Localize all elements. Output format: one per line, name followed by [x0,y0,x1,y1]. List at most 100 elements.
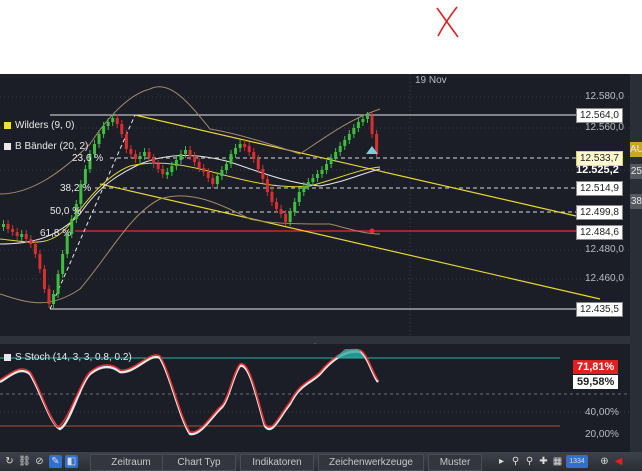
candle-body [2,224,5,227]
color-icon[interactable]: ◧ [65,455,78,468]
right-tab[interactable]: AU [630,142,642,157]
link-icon[interactable]: ⛓ [18,455,31,468]
candle-body [343,140,347,146]
candle-body [179,154,183,160]
stoch-axis-label: 40,00% [585,407,619,418]
candle-body [42,269,46,289]
stochastic-panel[interactable]: S Stoch (14, 3, 3, 0.8, 0.2) 71,81% 59,5… [0,344,630,452]
candle-body [11,229,15,232]
candle-body [133,154,137,159]
grid-icon[interactable]: ▦ [551,455,564,468]
toolbar-zeichenwerkzeuge-button[interactable]: Zeichenwerkzeuge [318,454,424,471]
nav-icon[interactable]: ⊕ [598,455,611,468]
candle-body [224,164,228,170]
stoch-axis-label: 20,00% [585,429,619,440]
candle-body [52,294,56,304]
candle-body [325,164,329,170]
pencil-icon[interactable]: ✎ [49,455,62,468]
candle-body [174,160,178,166]
price-axis-label: 12.480,0 [585,244,624,255]
candle-body [20,234,24,237]
candle-body [361,119,365,122]
candle-body [315,174,319,178]
toolbar-zeitraum-button[interactable]: Zeitraum [90,454,172,471]
arrow-left-icon[interactable]: ◀ [612,455,625,468]
panel-divider-handle[interactable] [0,336,630,347]
candle-body [247,146,251,152]
fib-price-box: 12.499,8 [576,205,623,220]
fib-label-23: 23,6 % [72,153,104,164]
candle-body [156,164,160,169]
candle-body [256,159,260,169]
indicator-color-swatch [4,143,11,150]
candle-body [279,209,283,214]
refresh-icon[interactable]: ↻ [3,455,16,468]
candle-body [143,152,147,156]
red-x-annotation [436,6,459,38]
candle-body [306,182,310,186]
toolbar-muster-button[interactable]: Muster [428,454,482,471]
indicator-label-stochastic[interactable]: S Stoch (14, 3, 3, 0.8, 0.2) [4,352,132,363]
toolbar-indikatoren-button[interactable]: Indikatoren [240,454,314,471]
candle-body [129,149,133,154]
fib-label-50: 50,0 % [50,206,82,217]
plus-icon[interactable]: ✚ [537,455,550,468]
current-price-label: 12.525,2 [576,164,619,176]
candle-body [170,166,174,172]
candle-body [238,144,242,148]
candle-body [220,170,224,176]
candle-body [229,154,233,164]
indicator-label-wilders[interactable]: Wilders (9, 0) [4,120,74,131]
candle-body [329,158,333,164]
fib-price-box: 12.514,9 [576,181,623,196]
candle-body [206,172,210,178]
candle-body [284,214,288,222]
candle-body [243,144,247,147]
indicator-color-swatch [4,354,11,361]
candle-body [184,150,187,154]
candle-body [102,126,106,134]
bar-counter[interactable]: 1334 [566,455,588,468]
zoom-in-icon[interactable]: ⚲ [523,455,536,468]
price-axis-label: 12.580,0 [585,91,624,102]
right-tab[interactable]: 25 [630,164,642,179]
price-axis-label: 12.560,0 [585,122,624,133]
candle-body [211,178,215,184]
candle-body [338,146,342,152]
candle-body [124,134,128,149]
candle-body [261,169,265,179]
bottom-toolbar: ↻ ⛓ ⊘ ✎ ◧ Zeitraum Chart Typ Indikatoren… [0,452,642,471]
right-tab[interactable]: 38 [630,194,642,209]
fib-price-box: 12.484,6 [576,225,623,240]
candle-body [234,148,238,154]
candle-body [6,224,10,229]
date-axis-label: 19 Nov [415,75,447,86]
candle-body [352,128,356,134]
right-panel-strip[interactable]: AU 25 38 [630,74,642,452]
price-chart-canvas[interactable] [0,74,630,336]
candle-body [24,234,28,239]
fib-price-box: 12.564,0 [576,108,623,123]
candle-body [106,122,110,126]
toolbar-charttyp-button[interactable]: Chart Typ [162,454,236,471]
candle-body [265,179,269,192]
candle-body [202,168,206,172]
candle-body [270,192,274,202]
fib-label-38: 38,2 % [60,183,92,194]
indicator-label-bollinger[interactable]: B Bänder (20, 2) [4,141,88,152]
candle-body [152,158,156,164]
block-icon[interactable]: ⊘ [33,455,46,468]
stoch-value-white: 59,58% [573,375,619,389]
candle-body [97,134,101,144]
candle-body [38,254,42,269]
candle-body [120,124,124,134]
candle-body [33,244,37,254]
candle-body [197,162,201,168]
candle-body [188,150,192,156]
candle-body [293,202,297,212]
scroll-icon[interactable]: ▸ [495,455,508,468]
candle-body [297,192,301,202]
zoom-out-icon[interactable]: ⚲ [509,455,522,468]
candle-body [311,178,315,182]
price-chart[interactable]: Wilders (9, 0) B Bänder (20, 2) 19 Nov 2… [0,74,630,336]
